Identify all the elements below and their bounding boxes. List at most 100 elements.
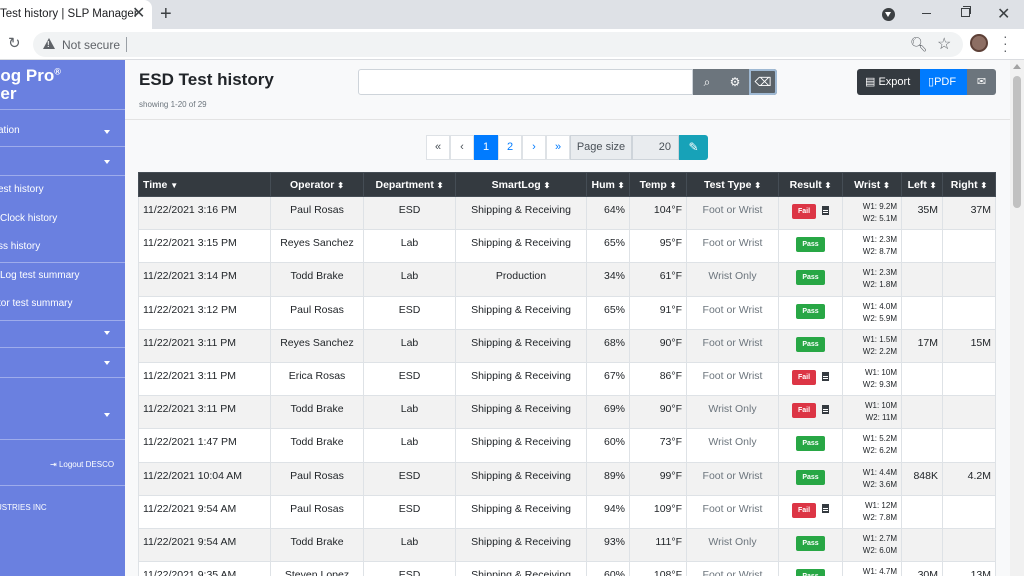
table-row[interactable]: 11/22/2021 10:04 AM Paul Rosas ESD Shipping… xyxy=(138,461,996,496)
page-size-input[interactable]: 20 xyxy=(632,135,679,160)
sidebar-item-operator-summary[interactable]: tor test summary xyxy=(0,298,72,309)
cell-wrist: W1: 10M W2: 11M xyxy=(842,395,902,430)
minimize-icon[interactable] xyxy=(922,13,931,14)
column-header-left[interactable]: Left ⬍ xyxy=(901,172,943,197)
cell-time: 11/22/2021 9:54 AM xyxy=(138,527,271,563)
cell-humidity: 68% xyxy=(586,328,630,363)
cell-smartlog: Shipping & Receiving xyxy=(455,361,587,397)
table-row[interactable]: 11/22/2021 9:35 AM Steven Lopez ESD Shippin… xyxy=(138,561,996,576)
cell-wrist: W1: 2.3M W2: 1.8M xyxy=(842,262,902,297)
result-badge: Fail xyxy=(791,403,817,419)
cell-right xyxy=(942,494,996,529)
logout-link[interactable]: ⇥ Logout DESCO xyxy=(50,460,114,469)
chevron-down-icon[interactable] xyxy=(104,160,110,164)
next-page-button[interactable]: › xyxy=(522,135,546,160)
settings-button[interactable]: ⚙ xyxy=(721,69,749,95)
cell-operator: Todd Brake xyxy=(270,428,364,463)
bookmark-star-icon[interactable]: ☆ xyxy=(937,34,951,54)
window-close-icon[interactable]: ✕ xyxy=(997,4,1010,24)
column-header-right[interactable]: Right ⬍ xyxy=(942,172,996,197)
email-button[interactable]: ✉ xyxy=(967,69,996,95)
search-input[interactable] xyxy=(358,69,693,95)
column-header-result[interactable]: Result ⬍ xyxy=(778,172,843,197)
report-document-icon[interactable] xyxy=(822,404,830,414)
column-header-temp[interactable]: Temp ⬍ xyxy=(629,172,687,197)
apply-page-size-button[interactable]: ✎ xyxy=(679,135,708,160)
report-document-icon[interactable] xyxy=(822,371,830,381)
cell-wrist: W1: 2.7M W2: 6.0M xyxy=(842,527,902,563)
wrist-1-value: W1: 2.3M xyxy=(862,235,897,245)
not-secure-label[interactable]: Not secure xyxy=(62,38,120,52)
sidebar-item-smartlog-summary[interactable]: Log test summary xyxy=(0,270,79,281)
page-scrollbar[interactable] xyxy=(1010,60,1024,576)
cell-right xyxy=(942,361,996,397)
sidebar-item-access-history[interactable]: ss history xyxy=(0,241,40,252)
cell-wrist: W1: 4.7M xyxy=(842,561,902,576)
column-header-wrist[interactable]: Wrist ⬍ xyxy=(842,172,902,197)
app-logo: Log Pro® xyxy=(0,66,61,85)
address-bar[interactable]: Not secure 🔍︎ ☆ xyxy=(33,32,963,57)
chevron-down-icon[interactable] xyxy=(104,361,110,365)
table-row[interactable]: 11/22/2021 9:54 AM Paul Rosas ESD Shipping … xyxy=(138,494,996,529)
column-header-department[interactable]: Department ⬍ xyxy=(363,172,456,197)
browser-menu-icon[interactable]: · · · xyxy=(1003,29,1009,57)
eraser-icon: ⌫ xyxy=(754,75,772,89)
cell-wrist: W1: 12M W2: 7.8M xyxy=(842,494,902,529)
report-document-icon[interactable] xyxy=(822,504,830,514)
table-row[interactable]: 11/22/2021 3:16 PM Paul Rosas ESD Shipping … xyxy=(138,195,996,231)
zoom-icon[interactable]: 🔍︎ xyxy=(910,36,928,53)
page-2-button[interactable]: 2 xyxy=(498,135,522,160)
result-badge: Pass xyxy=(796,336,825,352)
table-row[interactable]: 11/22/2021 9:54 AM Todd Brake Lab Shipping … xyxy=(138,527,996,563)
export-button[interactable]: ▤ Export xyxy=(857,69,920,95)
scroll-thumb[interactable] xyxy=(1013,76,1021,208)
page-1-button[interactable]: 1 xyxy=(474,135,498,160)
column-header-operator[interactable]: Operator ⬍ xyxy=(270,172,364,197)
search-button[interactable]: ⌕ xyxy=(693,69,721,95)
chevron-down-icon[interactable] xyxy=(104,413,110,417)
sidebar-item-test-history[interactable]: est history xyxy=(0,184,44,195)
new-tab-button[interactable]: + xyxy=(160,3,172,25)
cell-department: ESD xyxy=(363,561,456,576)
cell-right xyxy=(942,527,996,563)
table-row[interactable]: 11/22/2021 3:15 PM Reyes Sanchez Lab Shippi… xyxy=(138,229,996,264)
first-page-button[interactable]: « xyxy=(426,135,450,160)
cell-wrist: W1: 5.2M W2: 6.2M xyxy=(842,428,902,463)
prev-page-button[interactable]: ‹ xyxy=(450,135,474,160)
media-control-icon[interactable] xyxy=(882,8,895,21)
report-document-icon[interactable] xyxy=(822,205,830,215)
chevron-down-icon[interactable] xyxy=(104,331,110,335)
column-header-hum[interactable]: Hum ⬍ xyxy=(586,172,630,197)
sort-icon: ⬍ xyxy=(980,180,988,190)
table-row[interactable]: 11/22/2021 3:11 PM Erica Rosas ESD Shipping… xyxy=(138,361,996,397)
profile-avatar[interactable] xyxy=(970,34,988,52)
chevron-down-icon[interactable] xyxy=(104,130,110,134)
clear-button[interactable]: ⌫ xyxy=(749,69,777,95)
scroll-up-icon[interactable] xyxy=(1013,64,1021,69)
wrist-2-value: W2: 5.9M xyxy=(862,313,897,323)
restore-icon[interactable] xyxy=(961,6,971,17)
column-header-smartlog[interactable]: SmartLog ⬍ xyxy=(455,172,587,197)
wrist-1-value: W1: 2.7M xyxy=(862,533,897,543)
table-row[interactable]: 11/22/2021 3:12 PM Paul Rosas ESD Shipping … xyxy=(138,295,996,330)
wrist-1-value: W1: 10M xyxy=(864,401,897,411)
table-row[interactable]: 11/22/2021 3:11 PM Reyes Sanchez Lab Shippi… xyxy=(138,328,996,363)
browser-tab[interactable]: Test history | SLP Manager ✕ xyxy=(0,0,152,29)
table-row[interactable]: 11/22/2021 3:14 PM Todd Brake Lab Productio… xyxy=(138,262,996,297)
wrist-1-value: W1: 12M xyxy=(864,500,897,510)
table-row[interactable]: 11/22/2021 1:47 PM Todd Brake Lab Shipping … xyxy=(138,428,996,463)
cell-temperature: 99°F xyxy=(629,461,687,496)
last-page-button[interactable]: » xyxy=(546,135,570,160)
wrist-1-value: W1: 4.0M xyxy=(862,301,897,311)
sidebar-item-clock-history[interactable]: Clock history xyxy=(0,213,57,224)
reload-icon[interactable]: ↻ xyxy=(8,34,21,52)
sidebar-divider xyxy=(0,439,125,440)
cell-operator: Reyes Sanchez xyxy=(270,328,364,363)
pdf-button[interactable]: ▯PDF xyxy=(920,69,967,95)
column-header-test-type[interactable]: Test Type ⬍ xyxy=(686,172,779,197)
tab-close-icon[interactable]: ✕ xyxy=(132,5,145,23)
cell-department: Lab xyxy=(363,262,456,297)
table-row[interactable]: 11/22/2021 3:11 PM Todd Brake Lab Shipping … xyxy=(138,395,996,430)
sidebar-item-navigation[interactable]: ation xyxy=(0,125,20,136)
column-header-time[interactable]: Time ▼ xyxy=(138,172,271,197)
